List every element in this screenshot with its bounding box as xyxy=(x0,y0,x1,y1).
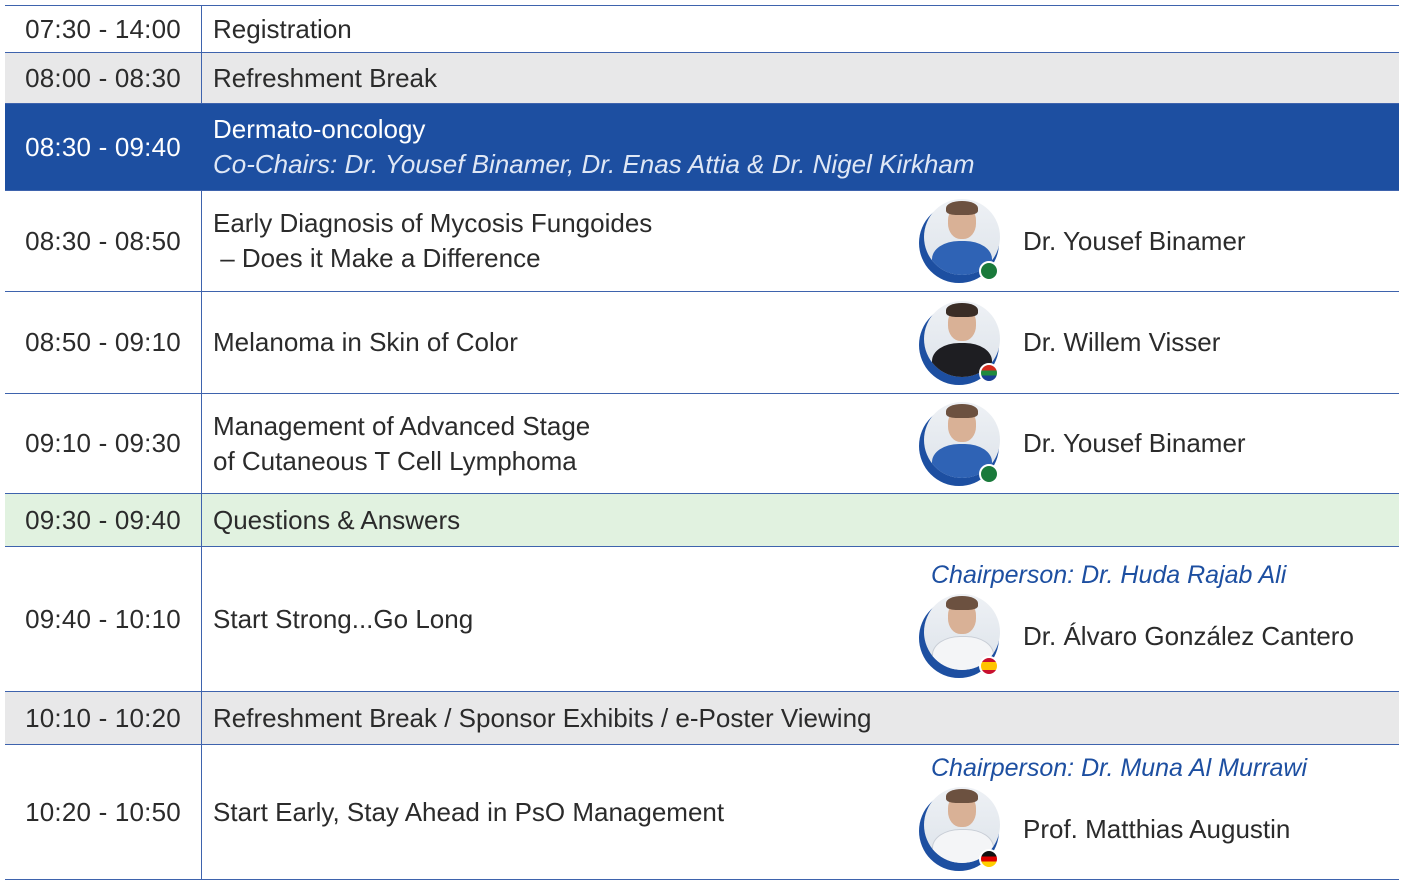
time-cell: 08:30 - 09:40 xyxy=(5,103,202,191)
agenda-table: 07:30 - 14:00 Registration 08:00 - 08:30… xyxy=(5,5,1399,880)
agenda-row-talk: 09:10 - 09:30 Management of Advanced Sta… xyxy=(5,393,1399,494)
speaker: Chairperson: Dr. Huda Rajab Ali Dr. Álva… xyxy=(919,560,1399,678)
agenda-row-talk: 08:50 - 09:10 Melanoma in Skin of Color … xyxy=(5,291,1399,394)
speaker-photo-icon xyxy=(919,787,1003,871)
agenda-row-registration: 07:30 - 14:00 Registration xyxy=(5,5,1399,53)
speaker-photo-icon xyxy=(919,199,1003,283)
time-cell: 08:30 - 08:50 xyxy=(5,190,202,292)
talk-title-line: Management of Advanced Stage xyxy=(213,410,591,441)
talk-title-line: Early Diagnosis of Mycosis Fungoides xyxy=(213,208,653,238)
time-cell: 10:20 - 10:50 xyxy=(5,744,202,880)
agenda-row-session-header: 08:30 - 09:40 Dermato-oncology Co-Chairs… xyxy=(5,103,1399,191)
speaker: Dr. Yousef Binamer xyxy=(919,199,1399,283)
speaker-name: Prof. Matthias Augustin xyxy=(1023,813,1291,844)
speaker-name: Dr. Álvaro González Cantero xyxy=(1023,620,1354,651)
time-cell: 10:10 - 10:20 xyxy=(5,691,202,745)
speaker-photo-icon xyxy=(919,401,1003,486)
time-cell: 09:40 - 10:10 xyxy=(5,546,202,692)
talk-cell: Early Diagnosis of Mycosis Fungoides – D… xyxy=(201,190,1399,292)
co-chairs: Co-Chairs: Dr. Yousef Binamer, Dr. Enas … xyxy=(213,149,975,179)
saudi-flag-icon xyxy=(979,261,999,281)
talk-title-line: – Does it Make a Difference xyxy=(213,243,541,273)
speaker: Dr. Willem Visser xyxy=(919,300,1399,385)
time-cell: 07:30 - 14:00 xyxy=(5,5,202,53)
agenda-row-refreshment-break: 08:00 - 08:30 Refreshment Break xyxy=(5,52,1399,104)
speaker: Dr. Yousef Binamer xyxy=(919,401,1399,486)
saudi-flag-icon xyxy=(979,463,999,484)
agenda-row-refreshment-break: 10:10 - 10:20 Refreshment Break / Sponso… xyxy=(5,691,1399,745)
speaker-name: Dr. Yousef Binamer xyxy=(1023,428,1246,458)
session-header: Dermato-oncology Co-Chairs: Dr. Yousef B… xyxy=(201,103,1399,191)
talk-cell: Start Strong...Go Long Chairperson: Dr. … xyxy=(201,546,1399,692)
agenda-row-talk: 08:30 - 08:50 Early Diagnosis of Mycosis… xyxy=(5,190,1399,292)
speaker-name: Dr. Willem Visser xyxy=(1023,327,1221,357)
time-cell: 09:10 - 09:30 xyxy=(5,393,202,494)
agenda-row-talk: 10:20 - 10:50 Start Early, Stay Ahead in… xyxy=(5,744,1399,880)
agenda-row-talk: 09:40 - 10:10 Start Strong...Go Long Cha… xyxy=(5,546,1399,692)
time-cell: 08:00 - 08:30 xyxy=(5,52,202,104)
session-title: Refreshment Break / Sponsor Exhibits / e… xyxy=(201,691,1399,745)
time-cell: 09:30 - 09:40 xyxy=(5,493,202,547)
talk-title-line: of Cutaneous T Cell Lymphoma xyxy=(213,445,577,476)
talk-title: Melanoma in Skin of Color xyxy=(213,327,518,357)
speaker-name: Dr. Yousef Binamer xyxy=(1023,225,1246,256)
speaker-photo-icon xyxy=(919,594,1003,678)
chairperson: Chairperson: Dr. Huda Rajab Ali xyxy=(931,561,1287,589)
talk-title: Early Diagnosis of Mycosis Fungoides – D… xyxy=(213,206,919,276)
session-title: Registration xyxy=(201,5,1399,53)
germany-flag-icon xyxy=(979,849,999,869)
south-africa-flag-icon xyxy=(979,362,999,383)
talk-cell: Management of Advanced Stage of Cutaneou… xyxy=(201,393,1399,494)
session-title: Refreshment Break xyxy=(201,52,1399,104)
talk-title: Start Early, Stay Ahead in PsO Managemen… xyxy=(213,796,725,827)
spain-flag-icon xyxy=(979,656,999,676)
speaker: Chairperson: Dr. Muna Al Murrawi Prof. M… xyxy=(919,753,1399,871)
agenda-row-qa: 09:30 - 09:40 Questions & Answers xyxy=(5,493,1399,547)
speaker-photo-icon xyxy=(919,300,1003,385)
talk-title: Management of Advanced Stage of Cutaneou… xyxy=(213,409,919,479)
chairperson: Chairperson: Dr. Muna Al Murrawi xyxy=(931,754,1308,782)
talk-title: Start Strong...Go Long xyxy=(213,603,474,634)
talk-cell: Start Early, Stay Ahead in PsO Managemen… xyxy=(201,744,1399,880)
time-cell: 08:50 - 09:10 xyxy=(5,291,202,394)
session-title: Dermato-oncology xyxy=(213,114,426,144)
talk-cell: Melanoma in Skin of Color Dr. Willem Vis… xyxy=(201,291,1399,394)
session-title: Questions & Answers xyxy=(201,493,1399,547)
